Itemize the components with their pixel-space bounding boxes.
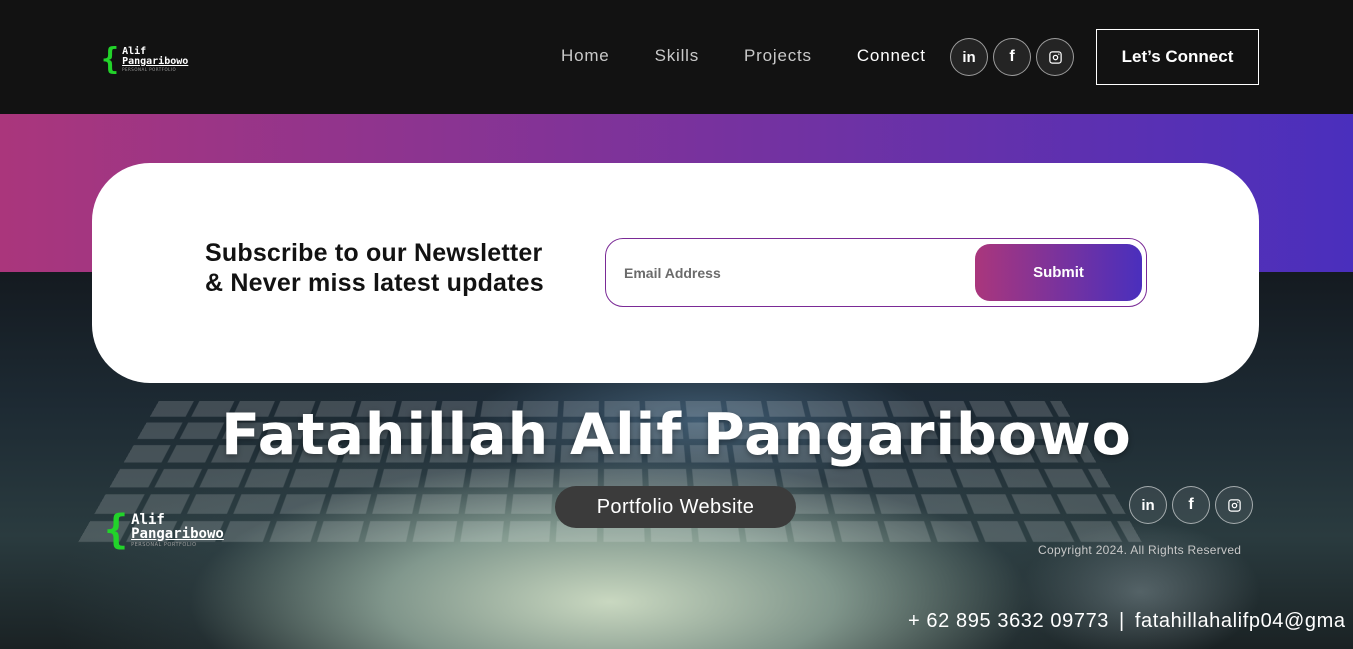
logo-last-name: Pangaribowo — [122, 57, 188, 67]
nav-link-skills[interactable]: Skills — [655, 46, 699, 66]
hero-name: Fatahillah Alif Pangaribowo — [0, 402, 1353, 468]
newsletter-heading: Subscribe to our Newsletter & Never miss… — [205, 238, 565, 298]
lets-connect-button[interactable]: Let’s Connect — [1096, 29, 1259, 85]
submit-button[interactable]: Submit — [975, 244, 1142, 301]
facebook-icon[interactable]: f — [993, 38, 1031, 76]
linkedin-icon-glyph: in — [962, 49, 975, 66]
instagram-icon-svg — [1048, 50, 1063, 65]
hero-subtitle-pill: Portfolio Website — [555, 486, 796, 528]
facebook-icon-glyph: f — [1009, 48, 1014, 66]
copyright-text: Copyright 2024. All Rights Reserved — [1038, 543, 1241, 557]
linkedin-icon[interactable]: in — [950, 38, 988, 76]
nav-link-projects[interactable]: Projects — [744, 46, 812, 66]
footer-section: Subscribe to our Newsletter & Never miss… — [0, 114, 1353, 649]
instagram-icon[interactable] — [1215, 486, 1253, 524]
newsletter-heading-line1: Subscribe to our Newsletter — [205, 238, 565, 268]
email-address-input[interactable] — [624, 259, 964, 287]
newsletter-card: Subscribe to our Newsletter & Never miss… — [92, 163, 1259, 383]
footer-logo-subtitle: PERSONAL PORTFOLIO — [131, 543, 224, 548]
nav-social-icons: in f — [950, 38, 1079, 76]
footer-social-icons: in f — [1129, 486, 1258, 524]
logo-subtitle: PERSONAL PORTFOLIO — [122, 68, 188, 72]
nav-link-connect[interactable]: Connect — [857, 46, 926, 66]
nav-link-home[interactable]: Home — [561, 46, 610, 66]
linkedin-icon-glyph: in — [1141, 497, 1154, 514]
footer-logo-last-name: Pangaribowo — [131, 527, 224, 541]
logo-brace-icon: { — [101, 42, 119, 77]
newsletter-heading-line2: & Never miss latest updates — [205, 268, 565, 298]
nav-links: Home Skills Projects Connect — [561, 46, 971, 66]
facebook-icon[interactable]: f — [1172, 486, 1210, 524]
contact-separator: | — [1119, 610, 1125, 632]
navbar: { Alif Pangaribowo PERSONAL PORTFOLIO Ho… — [0, 0, 1353, 114]
phone-number[interactable]: + 62 895 3632 09773 — [908, 610, 1109, 632]
facebook-icon-glyph: f — [1188, 496, 1193, 514]
newsletter-form: Submit — [605, 238, 1147, 307]
email-link[interactable]: fatahillahalifp04@gma — [1135, 610, 1346, 632]
contact-line: + 62 895 3632 09773 | fatahillahalifp04@gm… — [908, 610, 1346, 633]
linkedin-icon[interactable]: in — [1129, 486, 1167, 524]
footer-logo-first-name: Alif — [131, 513, 224, 527]
site-logo[interactable]: { Alif Pangaribowo PERSONAL PORTFOLIO — [101, 42, 188, 77]
footer-logo[interactable]: { Alif Pangaribowo PERSONAL PORTFOLIO — [104, 507, 224, 553]
instagram-icon[interactable] — [1036, 38, 1074, 76]
footer-logo-brace-icon: { — [104, 507, 128, 553]
instagram-icon-svg — [1227, 498, 1242, 513]
